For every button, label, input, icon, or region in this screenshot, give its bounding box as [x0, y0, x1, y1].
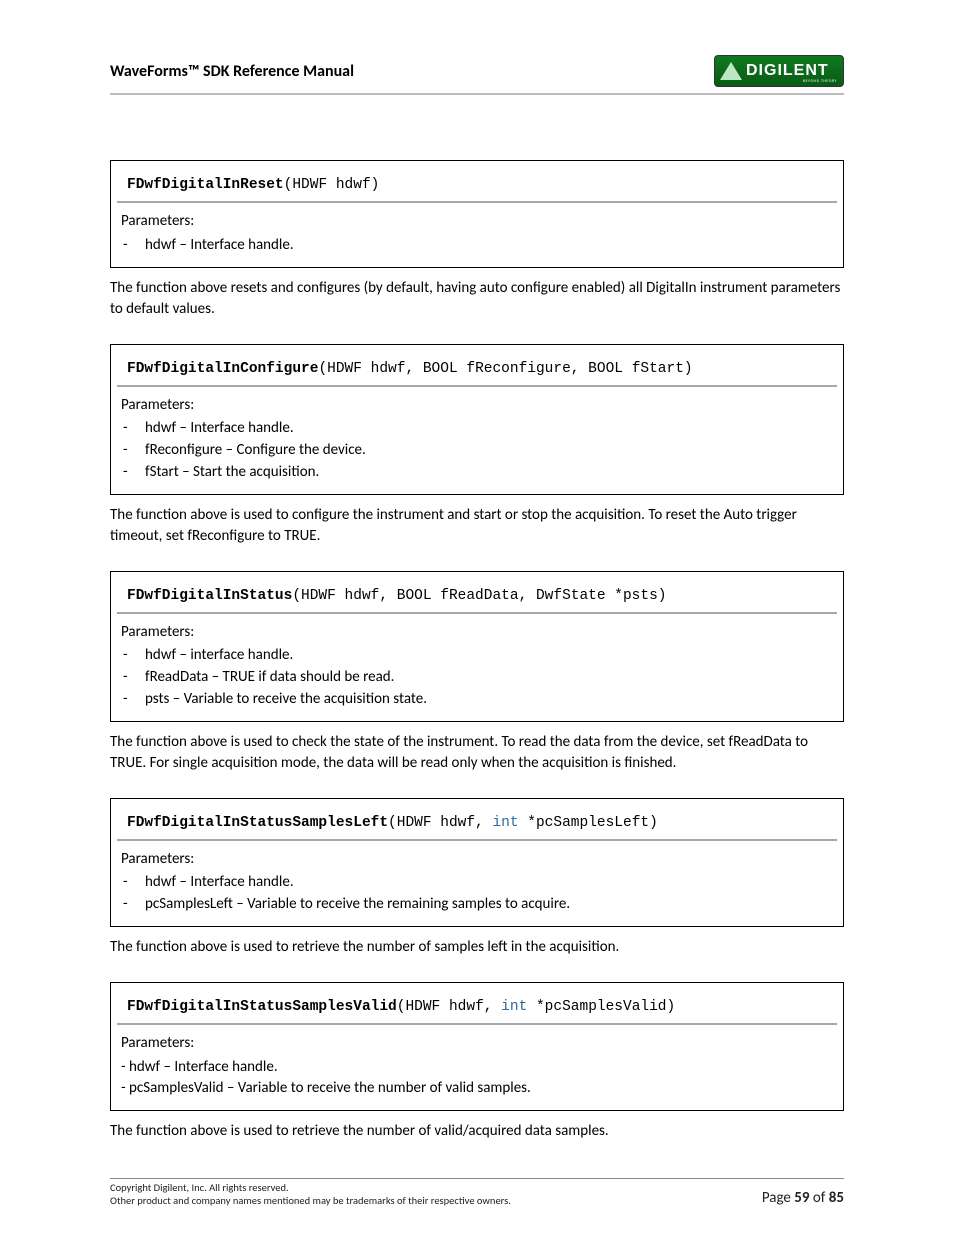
page-header: WaveForms™ SDK Reference Manual DIGILENT…	[110, 55, 844, 95]
parameters-label: Parameters:	[121, 395, 833, 417]
parameters-label: Parameters:	[121, 622, 833, 644]
function-description: The function above resets and configures…	[110, 278, 844, 320]
function-box: FDwfDigitalInConfigure(HDWF hdwf, BOOL f…	[110, 344, 844, 495]
parameters-block: Parameters: -hdwf – Interface handle. -p…	[111, 843, 843, 926]
page: WaveForms™ SDK Reference Manual DIGILENT…	[0, 0, 954, 1235]
function-box: FDwfDigitalInStatusSamplesValid(HDWF hdw…	[110, 982, 844, 1111]
parameters-block: Parameters: -hdwf – interface handle. -f…	[111, 616, 843, 721]
trademark-text: Other product and company names mentione…	[110, 1194, 511, 1207]
keyword-int: int	[501, 999, 527, 1015]
function-args: (HDWF hdwf, BOOL fReadData, DwfState *ps…	[292, 588, 666, 604]
footer-left: Copyright Digilent, Inc. All rights rese…	[110, 1181, 511, 1207]
parameter-item: - pcSamplesValid – Variable to receive t…	[121, 1078, 833, 1100]
function-name: FDwfDigitalInConfigure	[127, 361, 318, 377]
parameters-label: Parameters:	[121, 1033, 833, 1055]
function-name: FDwfDigitalInReset	[127, 177, 284, 193]
function-description: The function above is used to retrieve t…	[110, 1121, 844, 1142]
parameter-item: -hdwf – interface handle.	[121, 645, 833, 667]
parameters-block: Parameters: - hdwf – Interface handle. -…	[111, 1027, 843, 1110]
function-description: The function above is used to retrieve t…	[110, 937, 844, 958]
function-name: FDwfDigitalInStatusSamplesLeft	[127, 815, 388, 831]
parameter-item: -fReadData – TRUE if data should be read…	[121, 667, 833, 689]
keyword-int: int	[492, 815, 518, 831]
parameter-item: -pcSamplesLeft – Variable to receive the…	[121, 894, 833, 916]
function-args: (HDWF hdwf, BOOL fReconfigure, BOOL fSta…	[318, 361, 692, 377]
logo-triangle-icon	[720, 62, 742, 80]
parameter-item: -hdwf – Interface handle.	[121, 235, 833, 257]
digilent-logo: DIGILENT BEYOND THEORY	[714, 55, 844, 87]
function-args-pre: (HDWF hdwf,	[388, 815, 492, 831]
logo-subtext: BEYOND THEORY	[803, 79, 837, 84]
page-number: Page 59 of 85	[762, 1189, 844, 1207]
function-args-pre: (HDWF hdwf,	[397, 999, 501, 1015]
parameters-label: Parameters:	[121, 849, 833, 871]
function-signature: FDwfDigitalInStatusSamplesLeft(HDWF hdwf…	[117, 799, 837, 841]
function-box: FDwfDigitalInStatus(HDWF hdwf, BOOL fRea…	[110, 571, 844, 722]
parameters-block: Parameters: -hdwf – Interface handle. -f…	[111, 389, 843, 494]
parameters-label: Parameters:	[121, 211, 833, 233]
parameter-item: -psts – Variable to receive the acquisit…	[121, 689, 833, 711]
copyright-text: Copyright Digilent, Inc. All rights rese…	[110, 1181, 511, 1194]
function-name: FDwfDigitalInStatusSamplesValid	[127, 999, 397, 1015]
function-signature: FDwfDigitalInConfigure(HDWF hdwf, BOOL f…	[117, 345, 837, 387]
function-signature: FDwfDigitalInStatusSamplesValid(HDWF hdw…	[117, 983, 837, 1025]
function-name: FDwfDigitalInStatus	[127, 588, 292, 604]
function-box: FDwfDigitalInReset(HDWF hdwf) Parameters…	[110, 160, 844, 268]
function-box: FDwfDigitalInStatusSamplesLeft(HDWF hdwf…	[110, 798, 844, 927]
parameters-block: Parameters: -hdwf – Interface handle.	[111, 205, 843, 267]
function-description: The function above is used to configure …	[110, 505, 844, 547]
parameter-item: -hdwf – Interface handle.	[121, 872, 833, 894]
parameter-item: -hdwf – Interface handle.	[121, 418, 833, 440]
function-signature: FDwfDigitalInStatus(HDWF hdwf, BOOL fRea…	[117, 572, 837, 614]
function-args-post: *pcSamplesLeft)	[519, 815, 658, 831]
function-description: The function above is used to check the …	[110, 732, 844, 774]
parameter-item: -fReconfigure – Configure the device.	[121, 440, 833, 462]
function-args-post: *pcSamplesValid)	[527, 999, 675, 1015]
document-title: WaveForms™ SDK Reference Manual	[110, 62, 354, 81]
page-footer: Copyright Digilent, Inc. All rights rese…	[110, 1178, 844, 1207]
function-signature: FDwfDigitalInReset(HDWF hdwf)	[117, 161, 837, 203]
function-args: (HDWF hdwf)	[284, 177, 380, 193]
parameter-item: -fStart – Start the acquisition.	[121, 462, 833, 484]
parameter-item: - hdwf – Interface handle.	[121, 1057, 833, 1079]
logo-text: DIGILENT	[746, 63, 829, 79]
